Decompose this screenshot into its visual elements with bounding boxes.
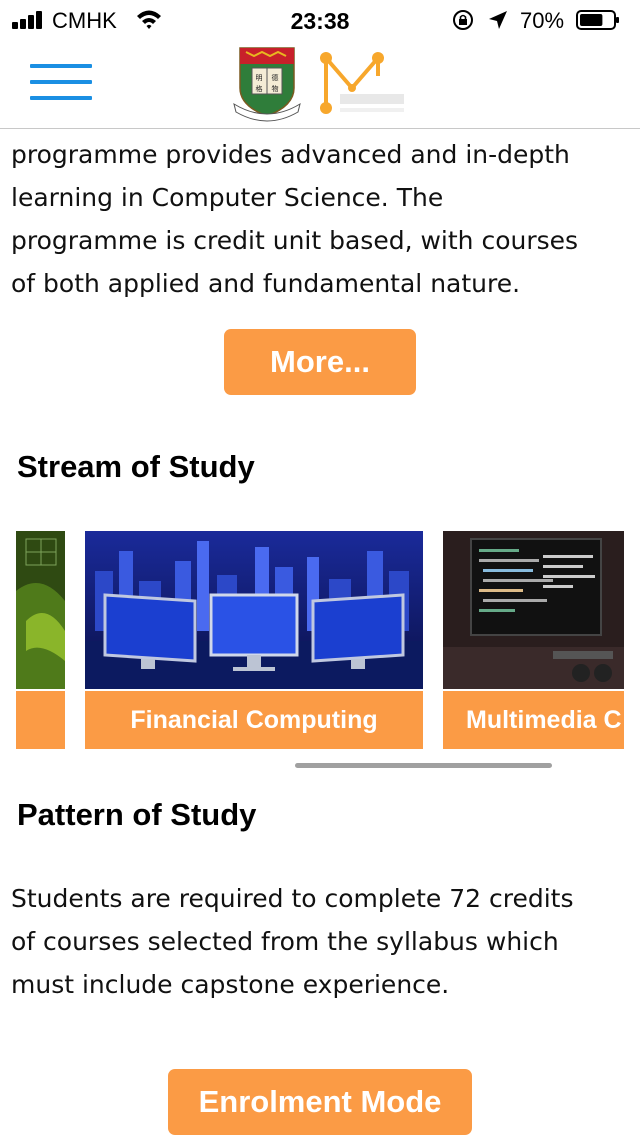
svg-text:德: 德: [272, 73, 279, 82]
pattern-line: Students are required to complete 72 cre…: [11, 884, 574, 913]
hamburger-menu-icon[interactable]: [30, 64, 92, 104]
hku-crest-logo: 明 德 格 物: [233, 47, 301, 122]
svg-text:格: 格: [256, 84, 263, 93]
stream-card-multimedia[interactable]: Multimedia C: [443, 531, 624, 749]
stream-card-label: Multimedia C: [443, 691, 624, 749]
stream-card[interactable]: [16, 531, 65, 749]
status-bar: CMHK 23:38 70%: [0, 0, 640, 40]
location-arrow-icon: [489, 11, 507, 29]
description-line: of both applied and fundamental nature.: [11, 269, 521, 298]
description-line: programme provides advanced and in-depth: [11, 140, 570, 169]
header-bar: 明 德 格 物: [0, 40, 640, 129]
programme-description: programme provides advanced and in-depth…: [11, 133, 635, 305]
stream-of-study-title: Stream of Study: [17, 449, 255, 484]
carousel-scrollbar[interactable]: [295, 763, 552, 768]
stream-card-financial-computing[interactable]: Financial Computing: [85, 531, 423, 749]
mscs-logo: [320, 52, 404, 114]
battery-icon: [576, 10, 619, 30]
pattern-line: must include capstone experience.: [11, 970, 450, 999]
stream-card-label: [16, 691, 65, 749]
financial-computing-image: [85, 531, 423, 689]
pattern-line: of courses selected from the syllabus wh…: [11, 927, 559, 956]
more-button[interactable]: More...: [224, 329, 416, 395]
pattern-description: Students are required to complete 72 cre…: [11, 877, 635, 1006]
enrolment-mode-button[interactable]: Enrolment Mode: [168, 1069, 472, 1135]
description-line: programme is credit unit based, with cou…: [11, 226, 579, 255]
pattern-of-study-title: Pattern of Study: [17, 797, 257, 832]
stream-card-image: [16, 531, 65, 689]
svg-text:物: 物: [272, 84, 279, 93]
multimedia-image: [443, 531, 624, 689]
battery-percent: 70%: [520, 8, 565, 33]
description-line: learning in Computer Science. The: [11, 183, 444, 212]
stream-card-label: Financial Computing: [85, 691, 423, 749]
stream-carousel[interactable]: Financial Computing Multimedia C: [0, 531, 640, 771]
app-screen: CMHK 23:38 70% 明 德 格 物 programme provide…: [0, 0, 640, 1136]
orientation-lock-icon: [453, 10, 473, 30]
svg-text:明: 明: [256, 74, 263, 82]
